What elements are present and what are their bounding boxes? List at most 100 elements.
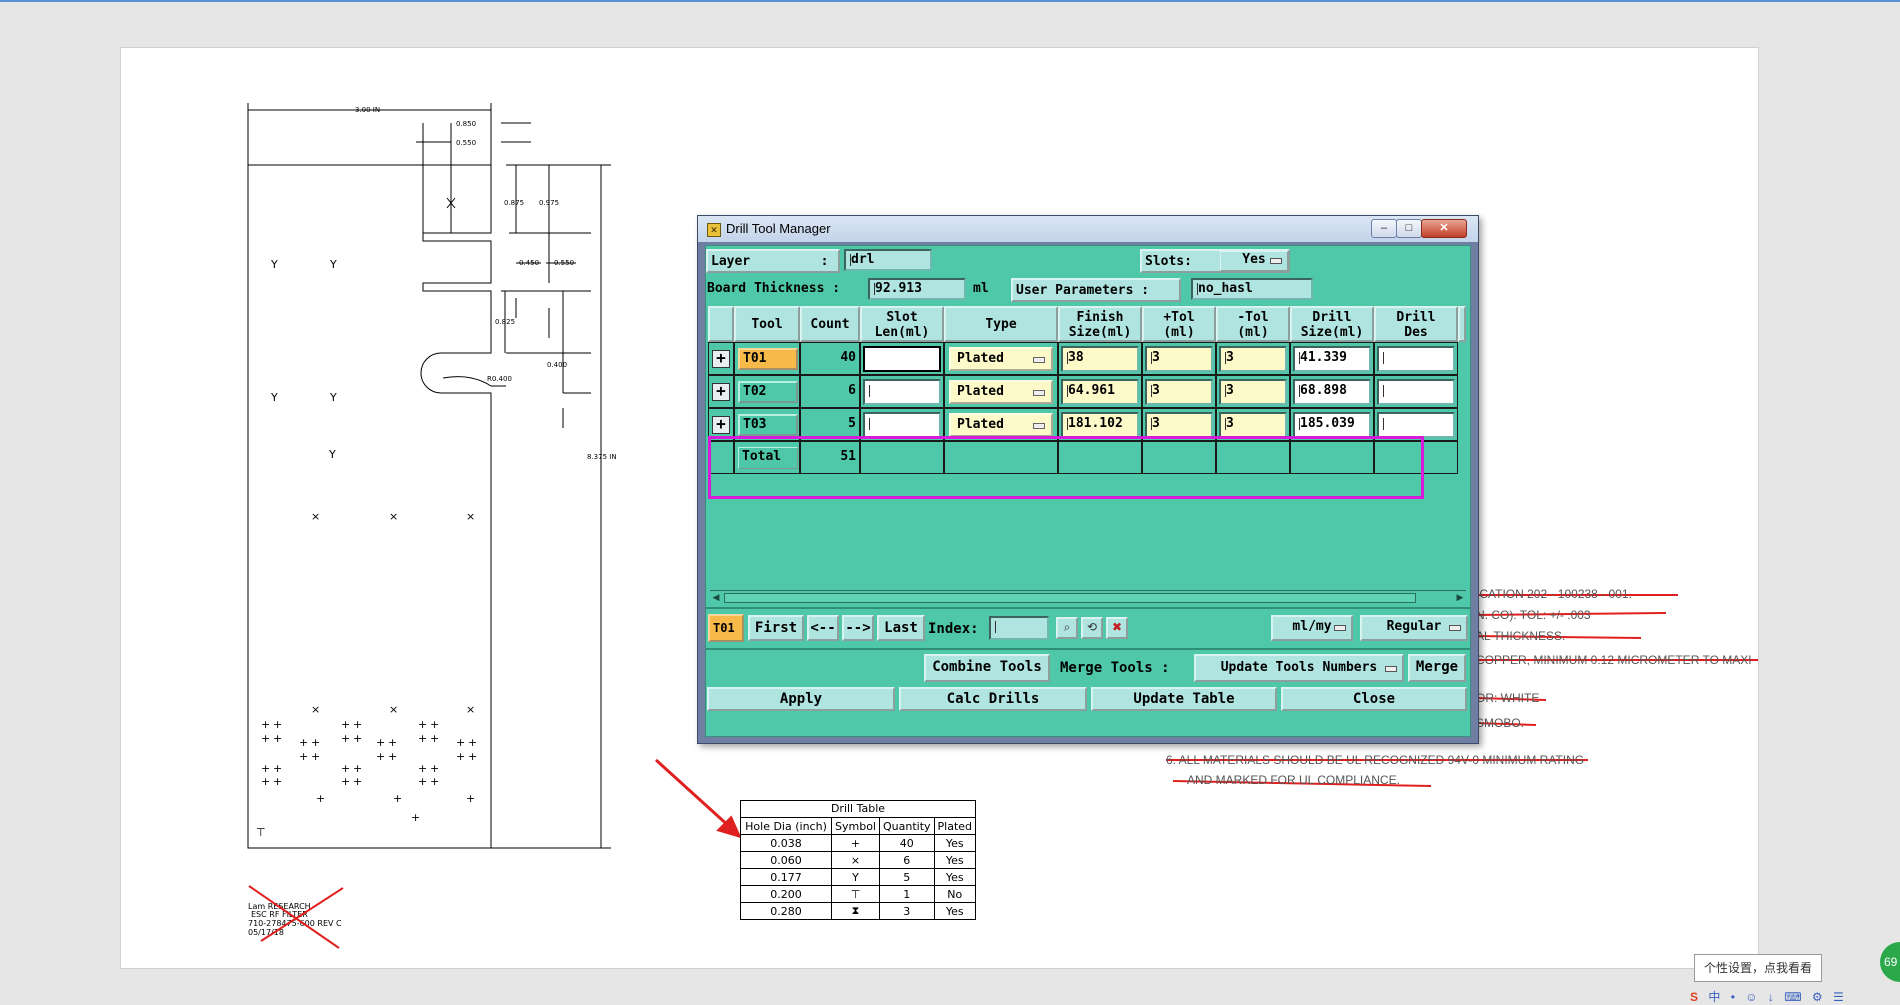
- row-expander-cell[interactable]: +: [708, 375, 734, 408]
- grid-header-count[interactable]: Count: [800, 306, 860, 342]
- scrollbar-thumb[interactable]: [724, 593, 1416, 603]
- plus-tol-input[interactable]: 3: [1145, 346, 1213, 372]
- grid-header-minus-tol[interactable]: -Tol (ml): [1216, 306, 1290, 342]
- tray-badge[interactable]: 69: [1880, 942, 1900, 982]
- finish-size-input[interactable]: 64.961: [1061, 379, 1139, 405]
- slot-len-cell: [860, 408, 944, 441]
- type-dropdown[interactable]: Plated: [949, 347, 1053, 371]
- layer-field[interactable]: drl: [844, 249, 932, 271]
- minus-tol-input[interactable]: 3: [1219, 346, 1287, 372]
- close-button[interactable]: Close: [1281, 687, 1467, 711]
- type-dropdown[interactable]: Plated: [949, 413, 1053, 437]
- first-button[interactable]: First: [748, 615, 804, 641]
- punctuation-icon[interactable]: •: [1731, 990, 1735, 1004]
- scroll-right-icon[interactable]: ▶: [1454, 591, 1466, 603]
- window-titlebar[interactable]: ✕ Drill Tool Manager – □ ✕: [698, 216, 1478, 242]
- header-text: Drill: [1312, 310, 1352, 325]
- drill-size-input[interactable]: 185.039: [1293, 412, 1371, 438]
- drill-size-input[interactable]: 68.898: [1293, 379, 1371, 405]
- drill-des-input[interactable]: [1377, 346, 1455, 372]
- board-thickness-field[interactable]: 92.913: [868, 278, 966, 300]
- apply-button[interactable]: Apply: [707, 687, 895, 711]
- grid-header-finish-size[interactable]: Finish Size(ml): [1058, 306, 1142, 342]
- plus-tol-input[interactable]: 3: [1145, 379, 1213, 405]
- last-button[interactable]: Last: [877, 615, 925, 641]
- total-empty-cell: [860, 441, 944, 474]
- plus-tol-cell: 3: [1142, 375, 1216, 408]
- maximize-button[interactable]: □: [1396, 219, 1422, 238]
- slots-dropdown[interactable]: Yes: [1220, 251, 1288, 271]
- units-dropdown[interactable]: ml/my: [1271, 615, 1353, 641]
- grid-header-slot-len[interactable]: Slot Len(ml): [860, 306, 944, 342]
- merge-button[interactable]: Merge: [1408, 654, 1466, 682]
- menu-icon[interactable]: ☰: [1833, 990, 1844, 1004]
- plus-tol-value: 3: [1152, 383, 1160, 398]
- layer-label: Layer :: [706, 249, 840, 273]
- tool-cell[interactable]: T01: [734, 342, 800, 375]
- grid-header-drill-des[interactable]: Drill Des: [1374, 306, 1458, 342]
- drill-des-input[interactable]: [1377, 379, 1455, 405]
- grid-header-tool[interactable]: Tool: [734, 306, 800, 342]
- expand-plus-icon[interactable]: +: [712, 350, 730, 368]
- keyboard-icon[interactable]: ⌨: [1784, 990, 1801, 1004]
- slot-len-input[interactable]: [863, 379, 941, 405]
- finish-size-input[interactable]: 181.102: [1061, 412, 1139, 438]
- dim-0450-text: 0.450: [519, 259, 539, 267]
- header-text: Slot: [886, 310, 918, 325]
- finish-size-input[interactable]: 38: [1061, 346, 1139, 372]
- search-button[interactable]: ⌕: [1056, 617, 1078, 639]
- note-line-6: SMOBO.: [1476, 716, 1525, 730]
- drill-table-row: 0.038 + 40 Yes: [740, 834, 977, 852]
- drill-mark-plus: +: [430, 775, 439, 788]
- horizontal-scrollbar[interactable]: ◀ ▶: [710, 590, 1466, 605]
- merge-option-dropdown[interactable]: Update Tools Numbers: [1194, 654, 1404, 682]
- slot-len-input[interactable]: [863, 412, 941, 438]
- slot-len-input[interactable]: [863, 346, 941, 372]
- type-dropdown[interactable]: Plated: [949, 380, 1053, 404]
- expand-plus-icon[interactable]: +: [712, 383, 730, 401]
- drill-size-input[interactable]: 41.339: [1293, 346, 1371, 372]
- minimize-button[interactable]: –: [1371, 219, 1397, 238]
- user-parameters-field[interactable]: no_hasl: [1191, 278, 1313, 300]
- refresh-button[interactable]: ⟲: [1081, 617, 1103, 639]
- minus-tol-input[interactable]: 3: [1219, 412, 1287, 438]
- prev-button[interactable]: <--: [807, 615, 839, 641]
- next-button[interactable]: -->: [842, 615, 874, 641]
- drill-des-input[interactable]: [1377, 412, 1455, 438]
- calc-drills-button[interactable]: Calc Drills: [899, 687, 1087, 711]
- total-label-cell: Total: [734, 441, 800, 474]
- delete-button[interactable]: ✖: [1106, 617, 1128, 639]
- expand-plus-icon[interactable]: +: [712, 416, 730, 434]
- mode-dropdown[interactable]: Regular: [1360, 615, 1468, 641]
- header-text: -Tol: [1237, 310, 1269, 325]
- plus-tol-input[interactable]: 3: [1145, 412, 1213, 438]
- drill-mark-plus: +: [393, 792, 402, 805]
- drill-size-cell: 41.339: [1290, 342, 1374, 375]
- refresh-icon: ⟲: [1086, 620, 1098, 634]
- scroll-left-icon[interactable]: ◀: [710, 591, 722, 603]
- emoji-icon[interactable]: ☺: [1745, 990, 1757, 1004]
- grid-header-drill-size[interactable]: Drill Size(ml): [1290, 306, 1374, 342]
- close-window-button[interactable]: ✕: [1421, 219, 1467, 238]
- drill-des-cell: [1374, 342, 1458, 375]
- drill-table-header: Hole Dia (inch): [740, 817, 832, 835]
- settings-icon[interactable]: ⚙: [1812, 990, 1823, 1004]
- row-expander-cell[interactable]: +: [708, 342, 734, 375]
- grid-header-plus-tol[interactable]: +Tol (ml): [1142, 306, 1216, 342]
- minus-tol-input[interactable]: 3: [1219, 379, 1287, 405]
- tool-cell[interactable]: T03: [734, 408, 800, 441]
- update-table-button[interactable]: Update Table: [1091, 687, 1277, 711]
- dim-radius-text: R0.400: [487, 375, 512, 383]
- voice-icon[interactable]: ↓: [1768, 990, 1774, 1004]
- ime-logo-icon[interactable]: S: [1690, 990, 1698, 1004]
- row-expander-cell[interactable]: +: [708, 408, 734, 441]
- grid-header-type[interactable]: Type: [944, 306, 1058, 342]
- combine-tools-button[interactable]: Combine Tools: [924, 654, 1050, 682]
- header-text: Drill: [1396, 310, 1436, 325]
- chinese-input-icon[interactable]: 中: [1708, 988, 1720, 1005]
- minimize-icon: –: [1380, 222, 1388, 234]
- count-cell: 5: [800, 408, 860, 441]
- index-field[interactable]: [989, 616, 1049, 640]
- tool-cell[interactable]: T02: [734, 375, 800, 408]
- app-icon: ✕: [707, 223, 721, 237]
